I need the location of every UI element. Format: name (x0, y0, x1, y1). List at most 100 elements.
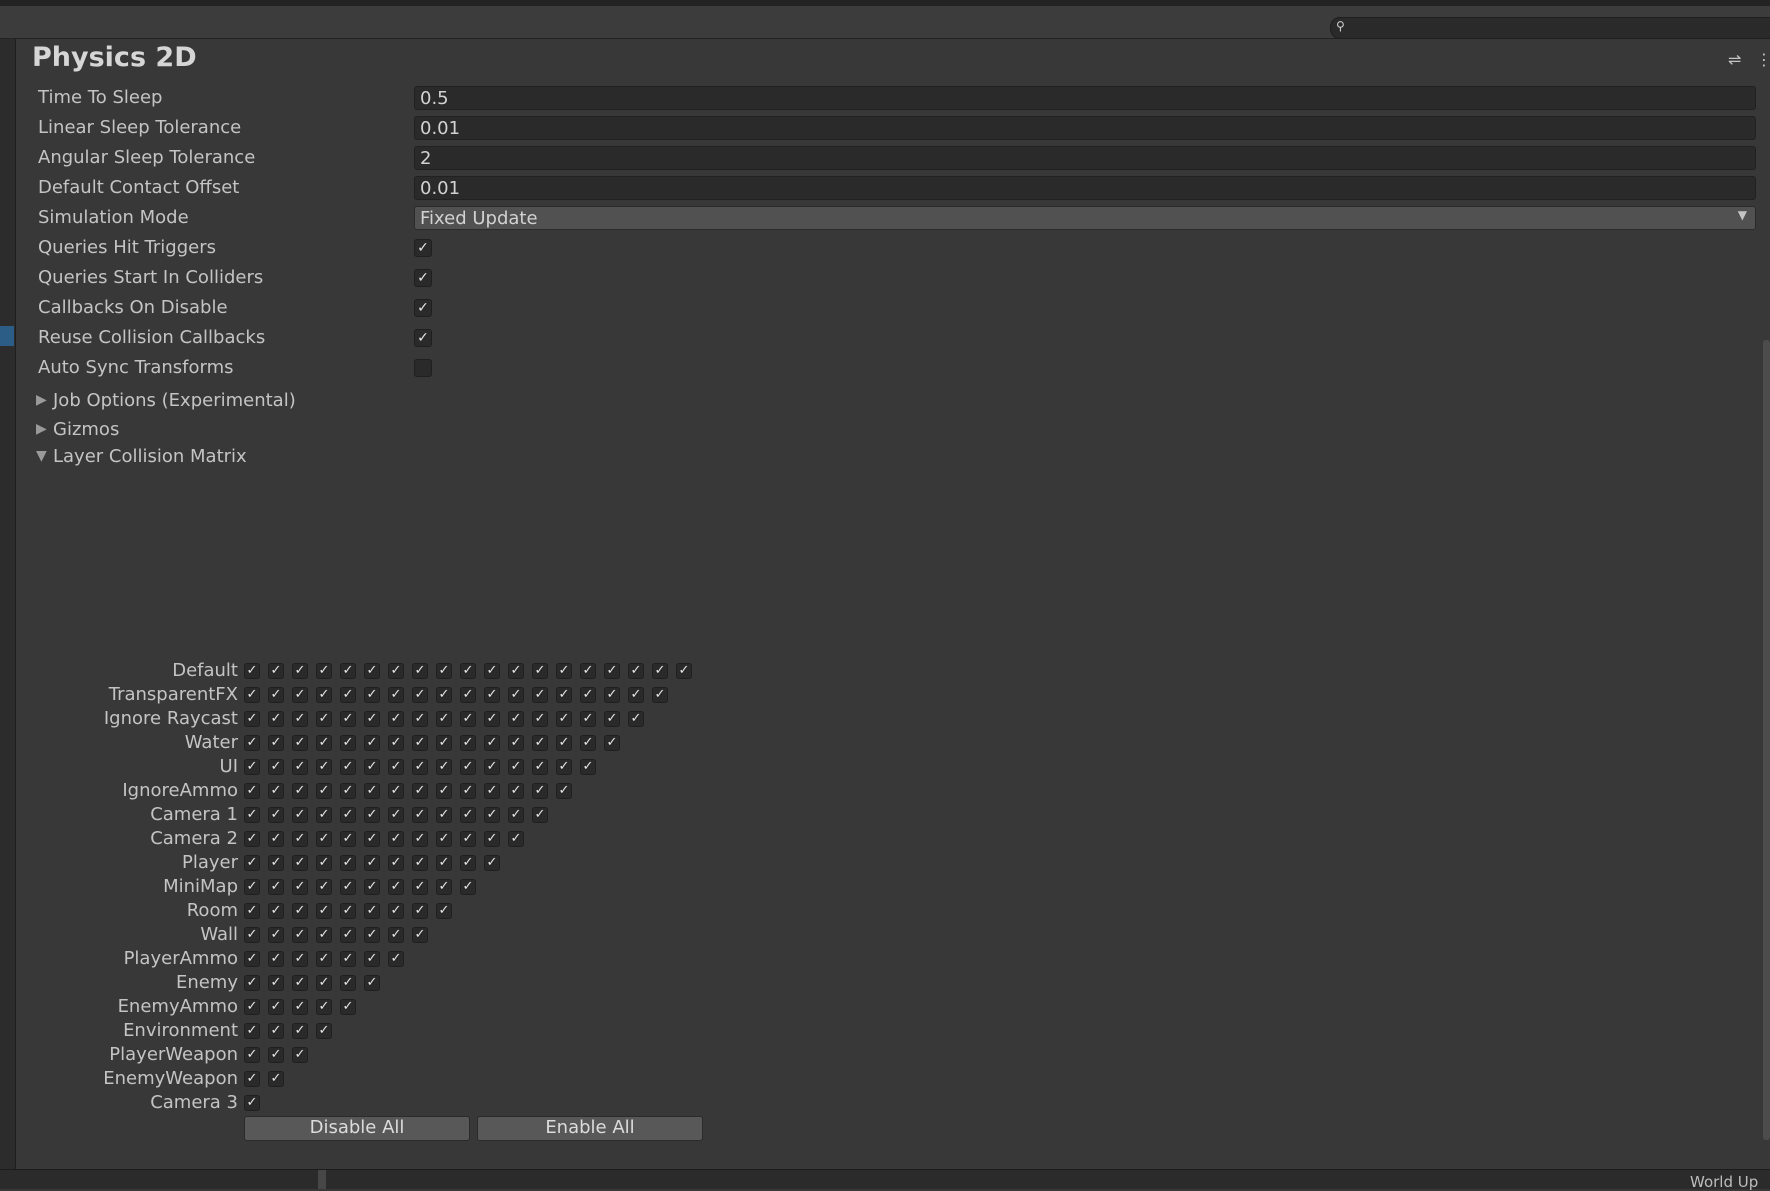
arrow-down-icon[interactable]: ▼ (36, 448, 47, 464)
collision-checkbox[interactable]: ✓ (268, 1047, 284, 1063)
collision-checkbox[interactable]: ✓ (580, 687, 596, 703)
collision-checkbox[interactable]: ✓ (292, 831, 308, 847)
collision-checkbox[interactable]: ✓ (436, 735, 452, 751)
collision-checkbox[interactable]: ✓ (292, 759, 308, 775)
collision-checkbox[interactable]: ✓ (268, 927, 284, 943)
collision-checkbox[interactable]: ✓ (460, 783, 476, 799)
collision-checkbox[interactable]: ✓ (412, 855, 428, 871)
collision-checkbox[interactable]: ✓ (460, 663, 476, 679)
setting-checkbox[interactable]: ✓ (414, 329, 432, 347)
collision-checkbox[interactable]: ✓ (460, 807, 476, 823)
collision-checkbox[interactable]: ✓ (340, 831, 356, 847)
collision-checkbox[interactable]: ✓ (532, 735, 548, 751)
collision-checkbox[interactable]: ✓ (484, 735, 500, 751)
collision-checkbox[interactable]: ✓ (388, 855, 404, 871)
collision-checkbox[interactable]: ✓ (532, 687, 548, 703)
collision-checkbox[interactable]: ✓ (316, 855, 332, 871)
collision-checkbox[interactable]: ✓ (268, 903, 284, 919)
collision-checkbox[interactable]: ✓ (484, 855, 500, 871)
collision-checkbox[interactable]: ✓ (508, 711, 524, 727)
arrow-right-icon[interactable]: ▶ (36, 421, 47, 437)
collision-checkbox[interactable]: ✓ (340, 663, 356, 679)
more-options-icon[interactable]: ⋮ (1756, 50, 1770, 69)
setting-checkbox[interactable]: ✓ (414, 239, 432, 257)
collision-checkbox[interactable]: ✓ (340, 687, 356, 703)
collision-checkbox[interactable]: ✓ (340, 735, 356, 751)
collision-checkbox[interactable]: ✓ (268, 879, 284, 895)
collision-checkbox[interactable]: ✓ (316, 735, 332, 751)
collision-checkbox[interactable]: ✓ (292, 1023, 308, 1039)
foldout-label[interactable]: Gizmos (53, 419, 119, 440)
collision-checkbox[interactable]: ✓ (244, 1023, 260, 1039)
collision-checkbox[interactable]: ✓ (388, 759, 404, 775)
enable-all-button[interactable]: Enable All (477, 1116, 703, 1141)
collision-checkbox[interactable]: ✓ (268, 687, 284, 703)
collision-checkbox[interactable]: ✓ (340, 975, 356, 991)
collision-checkbox[interactable]: ✓ (364, 663, 380, 679)
collision-checkbox[interactable]: ✓ (436, 831, 452, 847)
collision-checkbox[interactable]: ✓ (532, 759, 548, 775)
collision-checkbox[interactable]: ✓ (364, 687, 380, 703)
setting-checkbox[interactable] (414, 359, 432, 377)
collision-checkbox[interactable]: ✓ (316, 903, 332, 919)
collision-checkbox[interactable]: ✓ (316, 783, 332, 799)
collision-checkbox[interactable]: ✓ (364, 927, 380, 943)
collision-checkbox[interactable]: ✓ (268, 783, 284, 799)
collision-checkbox[interactable]: ✓ (292, 855, 308, 871)
collision-checkbox[interactable]: ✓ (244, 927, 260, 943)
collision-checkbox[interactable]: ✓ (292, 999, 308, 1015)
collision-checkbox[interactable]: ✓ (364, 807, 380, 823)
collision-checkbox[interactable]: ✓ (412, 783, 428, 799)
collision-checkbox[interactable]: ✓ (292, 735, 308, 751)
setting-checkbox[interactable]: ✓ (414, 269, 432, 287)
collision-checkbox[interactable]: ✓ (580, 711, 596, 727)
collision-checkbox[interactable]: ✓ (388, 951, 404, 967)
collision-checkbox[interactable]: ✓ (340, 999, 356, 1015)
collision-checkbox[interactable]: ✓ (340, 855, 356, 871)
collision-checkbox[interactable]: ✓ (244, 999, 260, 1015)
collision-checkbox[interactable]: ✓ (628, 687, 644, 703)
collision-checkbox[interactable]: ✓ (340, 927, 356, 943)
collision-checkbox[interactable]: ✓ (292, 711, 308, 727)
foldout-label[interactable]: Job Options (Experimental) (53, 390, 296, 411)
collision-checkbox[interactable]: ✓ (268, 1071, 284, 1087)
collision-checkbox[interactable]: ✓ (556, 687, 572, 703)
collision-checkbox[interactable]: ✓ (508, 759, 524, 775)
collision-checkbox[interactable]: ✓ (340, 711, 356, 727)
collision-checkbox[interactable]: ✓ (436, 783, 452, 799)
collision-checkbox[interactable]: ✓ (580, 759, 596, 775)
collision-checkbox[interactable]: ✓ (484, 807, 500, 823)
collision-checkbox[interactable]: ✓ (316, 831, 332, 847)
collision-checkbox[interactable]: ✓ (412, 711, 428, 727)
collision-checkbox[interactable]: ✓ (412, 927, 428, 943)
collision-checkbox[interactable]: ✓ (460, 687, 476, 703)
number-field[interactable]: 2 (414, 146, 1756, 170)
collision-checkbox[interactable]: ✓ (484, 783, 500, 799)
collision-checkbox[interactable]: ✓ (244, 855, 260, 871)
collision-checkbox[interactable]: ✓ (628, 663, 644, 679)
collision-checkbox[interactable]: ✓ (292, 807, 308, 823)
collision-checkbox[interactable]: ✓ (508, 663, 524, 679)
collision-checkbox[interactable]: ✓ (292, 687, 308, 703)
collision-checkbox[interactable]: ✓ (604, 711, 620, 727)
collision-checkbox[interactable]: ✓ (364, 831, 380, 847)
collision-checkbox[interactable]: ✓ (292, 879, 308, 895)
collision-checkbox[interactable]: ✓ (364, 783, 380, 799)
collision-checkbox[interactable]: ✓ (436, 759, 452, 775)
collision-checkbox[interactable]: ✓ (268, 1023, 284, 1039)
collision-checkbox[interactable]: ✓ (436, 807, 452, 823)
collision-checkbox[interactable]: ✓ (460, 711, 476, 727)
collision-checkbox[interactable]: ✓ (484, 759, 500, 775)
collision-checkbox[interactable]: ✓ (364, 711, 380, 727)
collision-checkbox[interactable]: ✓ (508, 687, 524, 703)
collision-checkbox[interactable]: ✓ (436, 903, 452, 919)
collision-checkbox[interactable]: ✓ (244, 711, 260, 727)
collision-checkbox[interactable]: ✓ (268, 711, 284, 727)
collision-checkbox[interactable]: ✓ (292, 783, 308, 799)
collision-checkbox[interactable]: ✓ (580, 663, 596, 679)
collision-checkbox[interactable]: ✓ (316, 759, 332, 775)
collision-checkbox[interactable]: ✓ (604, 735, 620, 751)
collision-checkbox[interactable]: ✓ (292, 927, 308, 943)
collision-checkbox[interactable]: ✓ (268, 975, 284, 991)
setting-checkbox[interactable]: ✓ (414, 299, 432, 317)
